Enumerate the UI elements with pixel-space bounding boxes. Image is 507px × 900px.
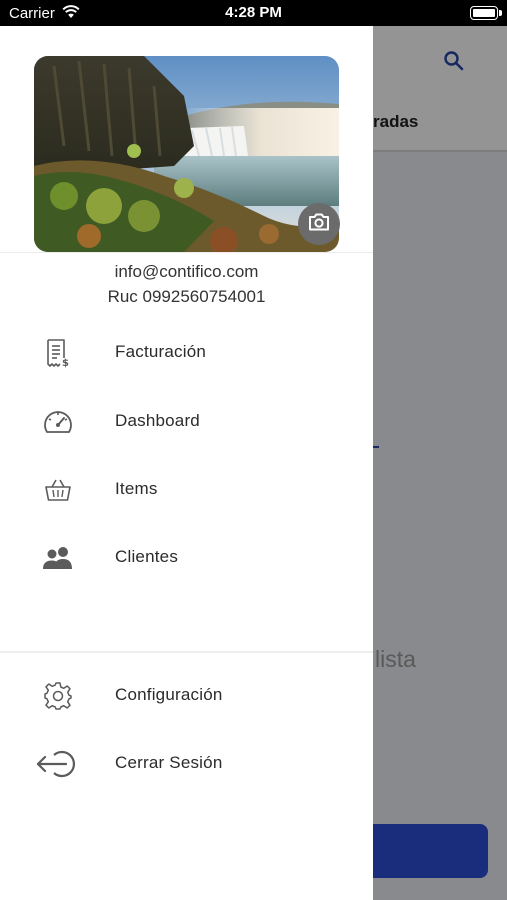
change-photo-button[interactable] — [298, 203, 340, 245]
cover-photo — [34, 56, 339, 252]
navigation-drawer: info@contifico.com Ruc 0992560754001 $ F… — [0, 26, 373, 900]
menu-item-label: Dashboard — [115, 411, 200, 430]
menu-item-label: Items — [115, 479, 158, 498]
account-ruc: Ruc 0992560754001 — [107, 287, 266, 306]
invoice-icon: $ — [34, 333, 82, 373]
logout-icon — [34, 744, 82, 784]
menu-item-clientes[interactable]: Clientes — [0, 528, 373, 588]
account-email: info@contifico.com — [114, 262, 259, 281]
menu-item-label: Configuración — [115, 685, 223, 704]
battery-icon — [470, 6, 502, 20]
gear-icon — [34, 676, 82, 716]
users-icon — [34, 538, 82, 578]
status-bar: Carrier 4:28 PM — [0, 0, 507, 26]
menu-divider — [0, 651, 373, 653]
camera-icon — [308, 213, 330, 236]
basket-icon — [34, 470, 82, 510]
svg-text:$: $ — [62, 358, 69, 368]
menu-item-configuracion[interactable]: Configuración — [0, 666, 373, 726]
menu-item-label: Cerrar Sesión — [115, 753, 223, 772]
clock: 4:28 PM — [225, 4, 282, 21]
menu-item-label: Clientes — [115, 547, 179, 566]
speedometer-icon — [34, 402, 82, 442]
menu-item-cerrar-sesion[interactable]: Cerrar Sesión — [0, 734, 373, 794]
header-divider — [0, 252, 373, 253]
menu-item-dashboard[interactable]: Dashboard — [0, 392, 373, 452]
menu-item-facturacion[interactable]: $ Facturación — [0, 323, 373, 383]
menu-item-label: Facturación — [115, 342, 207, 361]
menu-item-items[interactable]: Items — [0, 460, 373, 520]
